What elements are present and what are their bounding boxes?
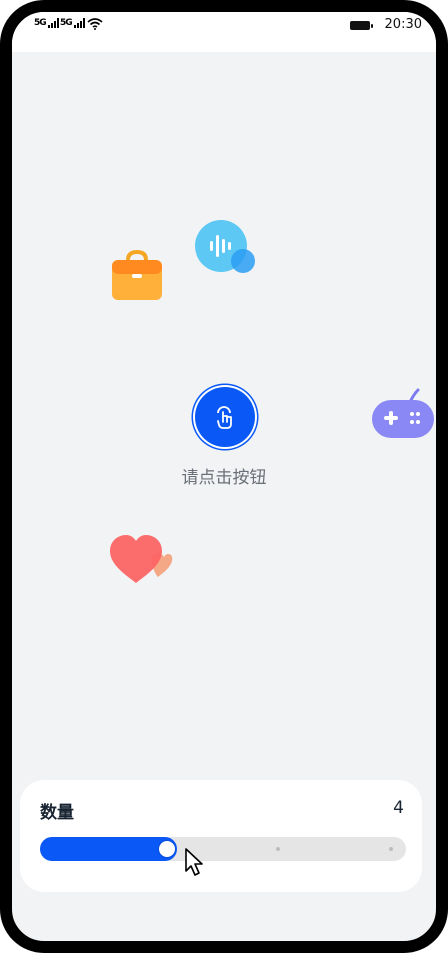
slider-fill (40, 837, 177, 861)
signal-indicator-2: 5G (60, 18, 86, 28)
quantity-panel: 数量 4 (20, 780, 422, 892)
touch-hand-icon (217, 406, 232, 429)
briefcase-icon[interactable] (108, 246, 166, 304)
network-type-label-2: 5G (60, 18, 73, 28)
phone-frame: 5G 5G 20:30 请点击按钮 数量 4 (0, 0, 448, 953)
signal-bars-icon (73, 18, 85, 28)
wifi-icon (87, 18, 103, 30)
slider-step-dot (275, 847, 280, 851)
slider-step-dot (389, 847, 394, 851)
status-bar: 5G 5G 20:30 (12, 12, 436, 52)
quantity-label: 数量 (40, 803, 74, 823)
battery-icon (350, 21, 373, 30)
clock: 20:30 (384, 17, 422, 32)
gamepad-icon[interactable] (370, 386, 434, 442)
quantity-slider[interactable] (40, 837, 406, 861)
quantity-value: 4 (393, 798, 404, 818)
button-prompt-label: 请点击按钮 (181, 468, 267, 488)
mouse-cursor-icon (185, 848, 203, 876)
touch-button[interactable] (195, 387, 255, 447)
signal-bars-icon (47, 18, 59, 28)
heart-icon[interactable] (108, 533, 174, 587)
signal-indicator: 5G (34, 18, 60, 28)
network-type-label: 5G (34, 18, 47, 28)
voice-bubble-icon[interactable] (195, 220, 259, 276)
slider-thumb[interactable] (159, 841, 175, 857)
